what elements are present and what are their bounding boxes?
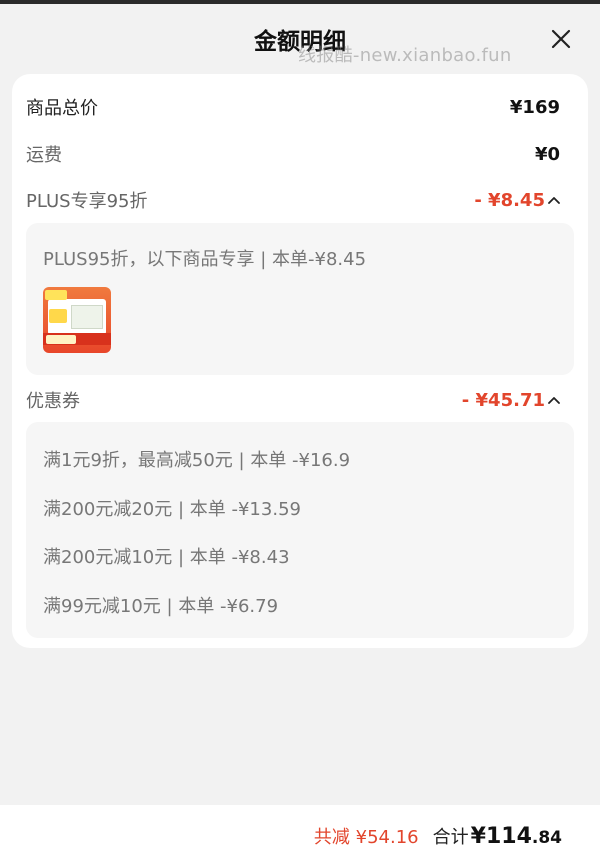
thumbnail-price-tag xyxy=(49,309,67,323)
chevron-up-icon[interactable] xyxy=(548,396,560,404)
coupon-item: 满1元9折，最高减50元 | 本单 -¥16.9 xyxy=(43,450,351,471)
total-label: 合计 xyxy=(432,827,469,848)
goods-total-label: 商品总价 xyxy=(26,98,98,119)
coupon-value: - ¥45.71 xyxy=(461,389,545,411)
goods-total-value: ¥169 xyxy=(509,96,560,118)
coupon-item: 满99元减10元 | 本单 -¥6.79 xyxy=(43,596,279,617)
header: 金额明细 线报酷-new.xianbao.fun xyxy=(0,4,600,74)
footer-bar: 共减 ¥54.16 合计 ¥114 .84 xyxy=(0,805,600,864)
plus-detail-panel: PLUS95折，以下商品专享 | 本单-¥8.45 xyxy=(26,223,574,375)
coupon-value-wrap[interactable]: - ¥45.71 xyxy=(462,390,560,411)
plus-discount-label: PLUS专享95折 xyxy=(26,191,148,212)
plus-discount-value: - ¥8.45 xyxy=(474,189,545,211)
thumbnail-banner-text xyxy=(46,335,76,344)
watermark-text: 线报酷-new.xianbao.fun xyxy=(298,45,512,66)
coupon-detail-panel: 满1元9折，最高减50元 | 本单 -¥16.9 满200元减20元 | 本单 … xyxy=(26,422,574,638)
amount-detail-card: 商品总价 ¥169 运费 ¥0 PLUS专享95折 - ¥8.45 PLUS95… xyxy=(12,74,588,648)
plus-detail-text: PLUS95折，以下商品专享 | 本单-¥8.45 xyxy=(43,249,367,270)
chevron-up-icon[interactable] xyxy=(548,196,560,204)
total-reduction: 共减 ¥54.16 xyxy=(313,827,419,848)
plus-discount-row[interactable]: PLUS专享95折 - ¥8.45 xyxy=(26,186,560,214)
total-summary: 共减 ¥54.16 合计 ¥114 .84 xyxy=(314,823,562,849)
plus-discount-value-wrap[interactable]: - ¥8.45 xyxy=(474,190,560,211)
total-amount-decimal: .84 xyxy=(531,828,562,848)
total-amount: ¥114 xyxy=(470,824,532,849)
shipping-label: 运费 xyxy=(26,145,62,166)
close-icon[interactable] xyxy=(550,28,572,50)
coupon-row[interactable]: 优惠券 - ¥45.71 xyxy=(26,386,560,414)
thumbnail-document xyxy=(71,305,103,329)
shipping-value: ¥0 xyxy=(534,143,560,165)
coupon-item: 满200元减10元 | 本单 -¥8.43 xyxy=(43,547,290,568)
coupon-label: 优惠券 xyxy=(26,391,80,412)
shipping-row: 运费 ¥0 xyxy=(26,140,560,168)
coupon-item: 满200元减20元 | 本单 -¥13.59 xyxy=(43,499,301,520)
thumbnail-sale-tag xyxy=(45,290,67,300)
product-thumbnail[interactable] xyxy=(43,287,111,353)
goods-total-row: 商品总价 ¥169 xyxy=(26,93,560,121)
